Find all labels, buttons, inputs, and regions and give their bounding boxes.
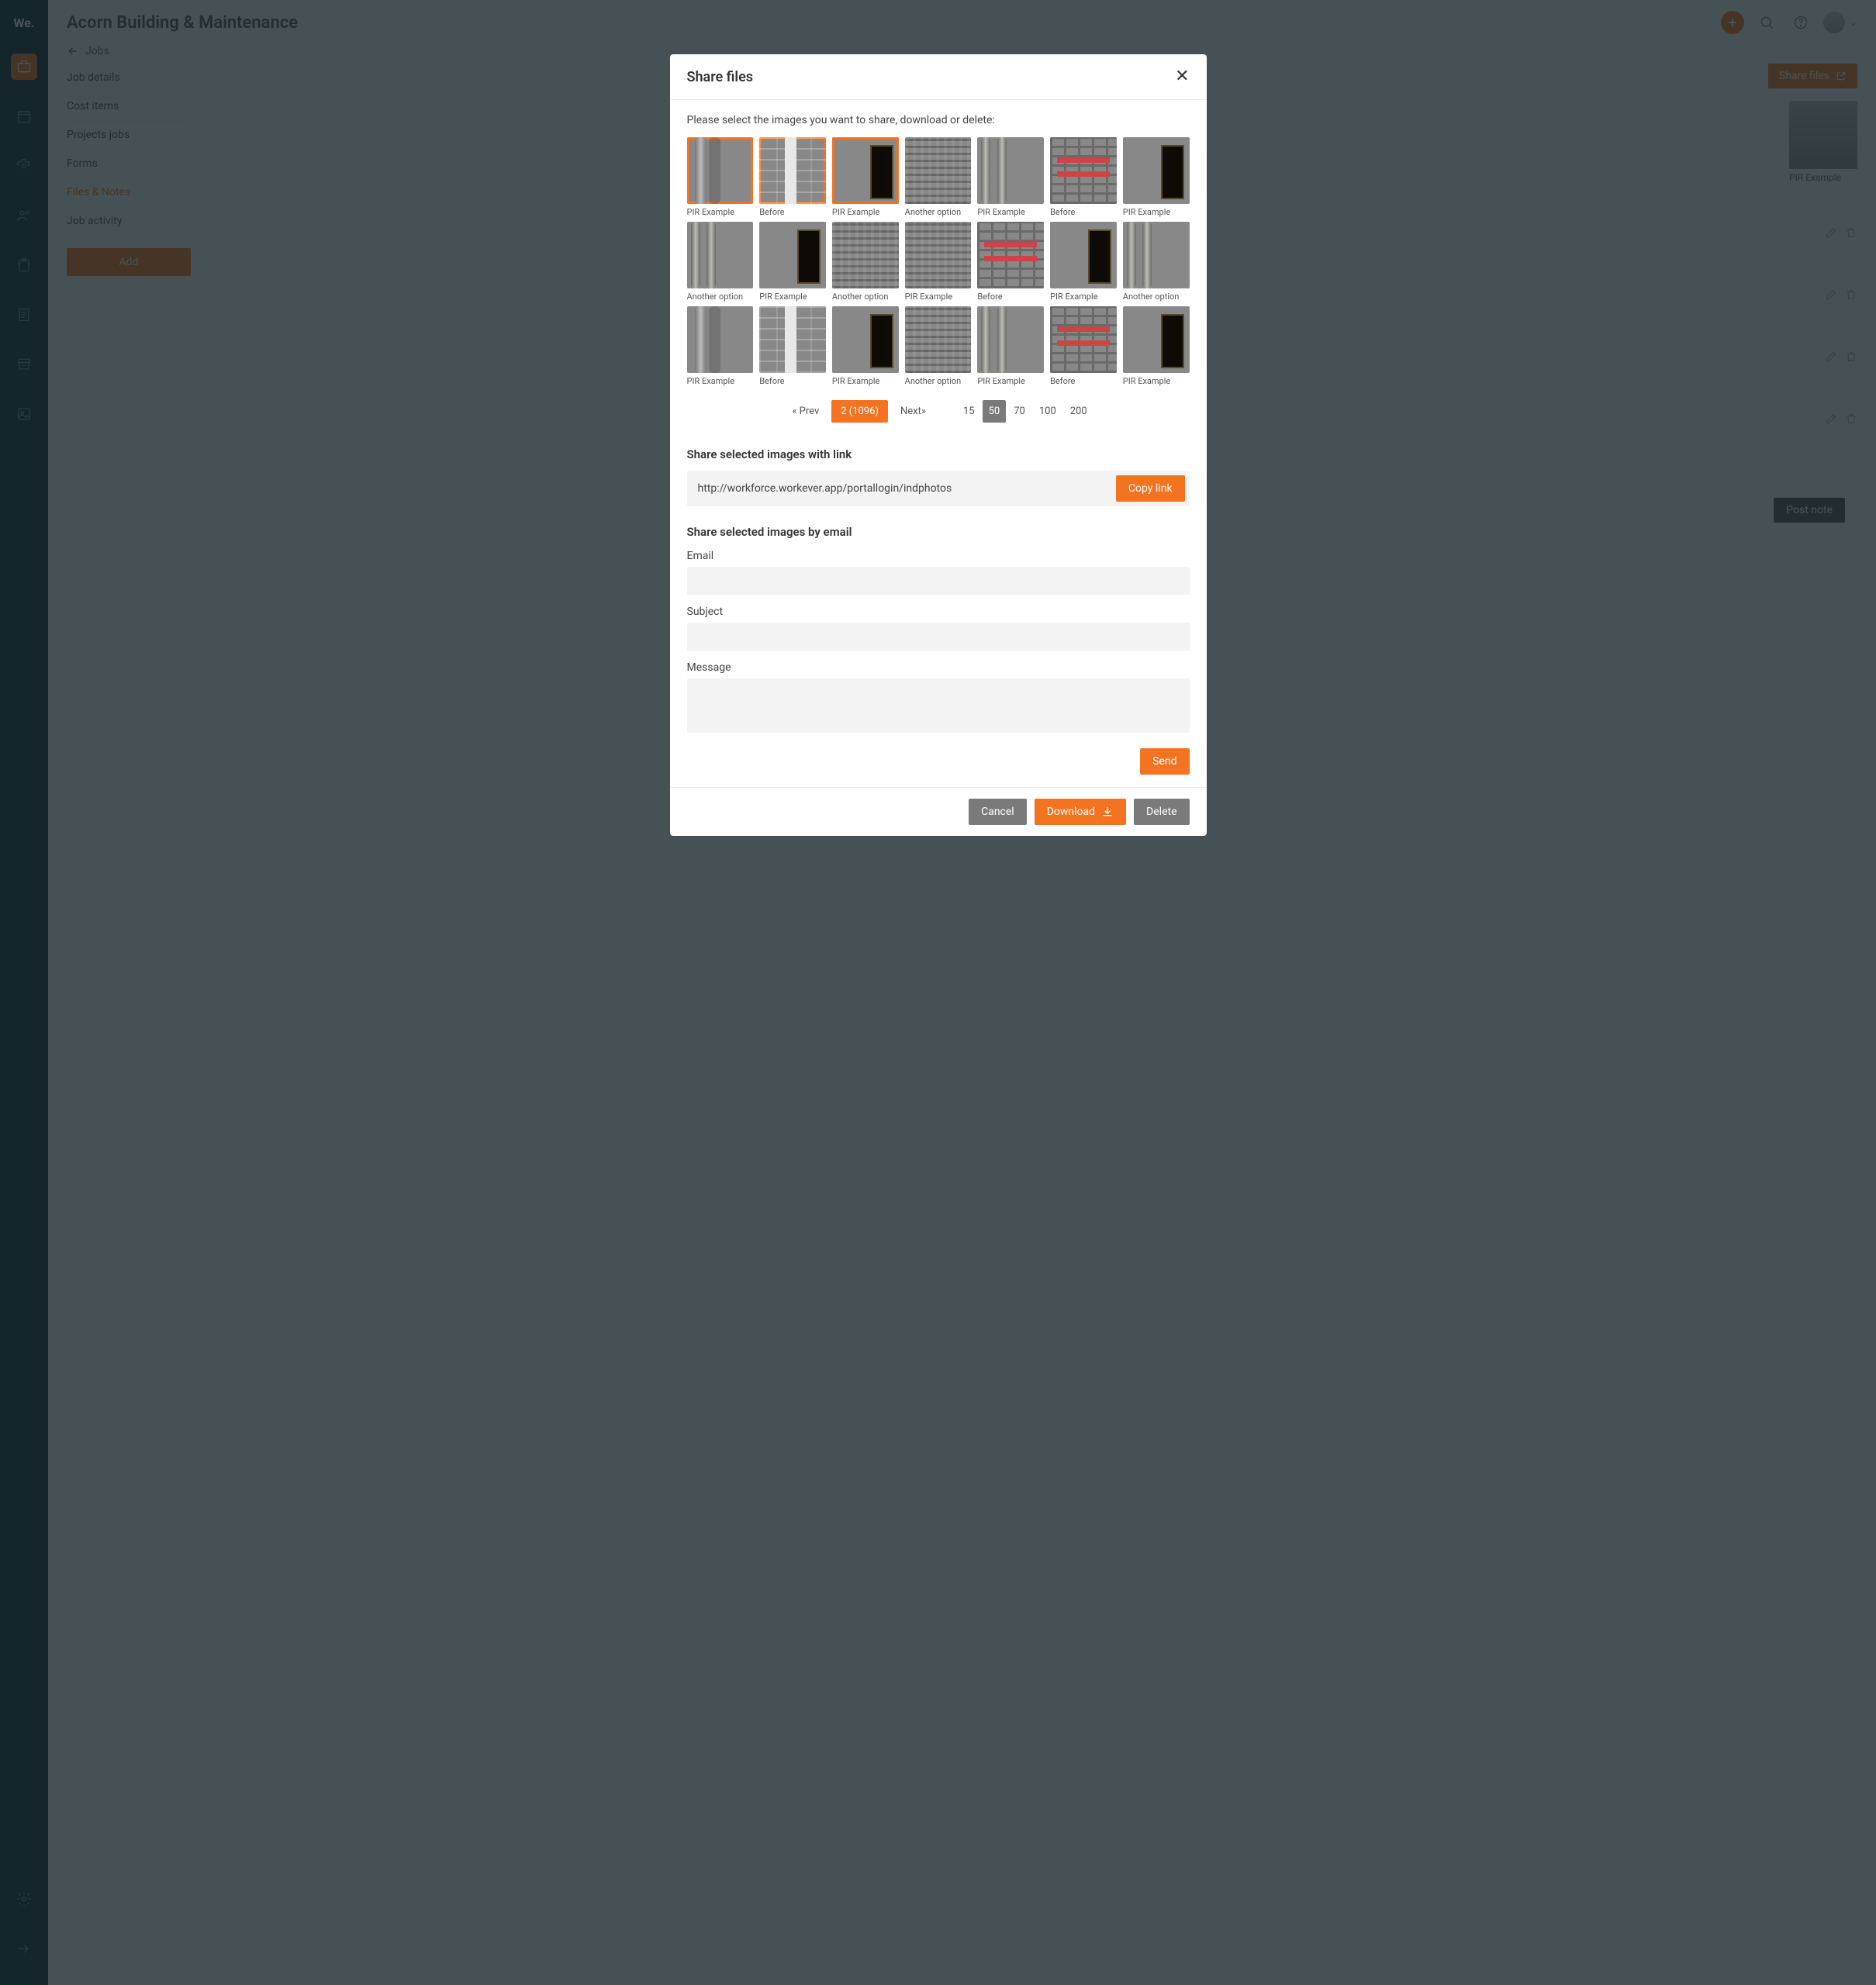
- cancel-button[interactable]: Cancel: [969, 799, 1027, 825]
- share-link-box: http://workforce.workever.app/portallogi…: [687, 471, 1190, 506]
- page-size-option[interactable]: 70: [1007, 400, 1031, 423]
- subject-input[interactable]: [687, 623, 1190, 651]
- modal-title: Share files: [687, 69, 754, 85]
- message-label: Message: [687, 661, 1190, 674]
- modal-overlay: Share files ✕ Please select the images y…: [0, 0, 1876, 1985]
- message-input[interactable]: [687, 678, 1190, 733]
- image-grid: PIR Example Before PIR Example Another opti…: [687, 137, 1190, 386]
- email-label: Email: [687, 550, 1190, 562]
- thumbnail-caption: Before: [759, 204, 826, 217]
- image-thumbnail[interactable]: Before: [1050, 137, 1117, 217]
- image-thumbnail[interactable]: PIR Example: [832, 306, 899, 386]
- share-files-modal: Share files ✕ Please select the images y…: [670, 54, 1207, 836]
- image-thumbnail[interactable]: Before: [759, 137, 826, 217]
- send-button[interactable]: Send: [1140, 748, 1189, 775]
- image-thumbnail[interactable]: Another option: [1123, 222, 1190, 302]
- download-button[interactable]: Download: [1035, 799, 1126, 825]
- image-thumbnail[interactable]: Another option: [905, 137, 972, 217]
- image-thumbnail[interactable]: PIR Example: [759, 222, 826, 302]
- image-thumbnail[interactable]: PIR Example: [977, 306, 1044, 386]
- thumbnail-caption: PIR Example: [1050, 288, 1117, 302]
- thumbnail-caption: PIR Example: [759, 288, 826, 302]
- pagination: « Prev 2 (1096) Next» 155070100200: [687, 386, 1190, 429]
- thumbnail-caption: PIR Example: [687, 204, 754, 217]
- thumbnail-caption: PIR Example: [1123, 204, 1190, 217]
- image-thumbnail[interactable]: Another option: [687, 222, 754, 302]
- image-thumbnail[interactable]: Before: [759, 306, 826, 386]
- modal-instruction: Please select the images you want to sha…: [687, 114, 1190, 126]
- pager-current[interactable]: 2 (1096): [831, 400, 888, 423]
- copy-link-button[interactable]: Copy link: [1116, 475, 1185, 502]
- subject-label: Subject: [687, 606, 1190, 618]
- page-size-option[interactable]: 50: [983, 400, 1007, 423]
- thumbnail-caption: PIR Example: [832, 373, 899, 386]
- share-url: http://workforce.workever.app/portallogi…: [698, 482, 1116, 495]
- thumbnail-caption: PIR Example: [977, 373, 1044, 386]
- page-size-option[interactable]: 100: [1033, 400, 1062, 423]
- image-thumbnail[interactable]: PIR Example: [1123, 137, 1190, 217]
- image-thumbnail[interactable]: PIR Example: [687, 137, 754, 217]
- thumbnail-caption: Another option: [687, 288, 754, 302]
- image-thumbnail[interactable]: Before: [977, 222, 1044, 302]
- thumbnail-caption: Before: [977, 288, 1044, 302]
- email-input[interactable]: [687, 567, 1190, 595]
- thumbnail-caption: PIR Example: [905, 288, 972, 302]
- image-thumbnail[interactable]: PIR Example: [1050, 222, 1117, 302]
- image-thumbnail[interactable]: Another option: [905, 306, 972, 386]
- delete-button[interactable]: Delete: [1134, 799, 1189, 825]
- image-thumbnail[interactable]: PIR Example: [905, 222, 972, 302]
- page-size-selector: 155070100200: [957, 400, 1093, 423]
- download-icon: [1101, 806, 1114, 818]
- pager-next[interactable]: Next»: [891, 400, 935, 423]
- share-email-heading: Share selected images by email: [687, 525, 1190, 539]
- image-thumbnail[interactable]: Another option: [832, 222, 899, 302]
- thumbnail-caption: PIR Example: [687, 373, 754, 386]
- thumbnail-caption: Before: [1050, 373, 1117, 386]
- image-thumbnail[interactable]: PIR Example: [687, 306, 754, 386]
- image-thumbnail[interactable]: Before: [1050, 306, 1117, 386]
- thumbnail-caption: Another option: [832, 288, 899, 302]
- thumbnail-caption: PIR Example: [1123, 373, 1190, 386]
- thumbnail-caption: PIR Example: [977, 204, 1044, 217]
- page-size-option[interactable]: 200: [1064, 400, 1093, 423]
- image-thumbnail[interactable]: PIR Example: [1123, 306, 1190, 386]
- page-size-option[interactable]: 15: [957, 400, 981, 423]
- pager-prev[interactable]: « Prev: [783, 400, 828, 423]
- thumbnail-caption: Another option: [905, 373, 972, 386]
- thumbnail-caption: Another option: [1123, 288, 1190, 302]
- image-thumbnail[interactable]: PIR Example: [832, 137, 899, 217]
- close-icon[interactable]: ✕: [1175, 68, 1189, 85]
- thumbnail-caption: Before: [1050, 204, 1117, 217]
- share-link-heading: Share selected images with link: [687, 447, 1190, 461]
- thumbnail-caption: Before: [759, 373, 826, 386]
- thumbnail-caption: PIR Example: [832, 204, 899, 217]
- image-thumbnail[interactable]: PIR Example: [977, 137, 1044, 217]
- thumbnail-caption: Another option: [905, 204, 972, 217]
